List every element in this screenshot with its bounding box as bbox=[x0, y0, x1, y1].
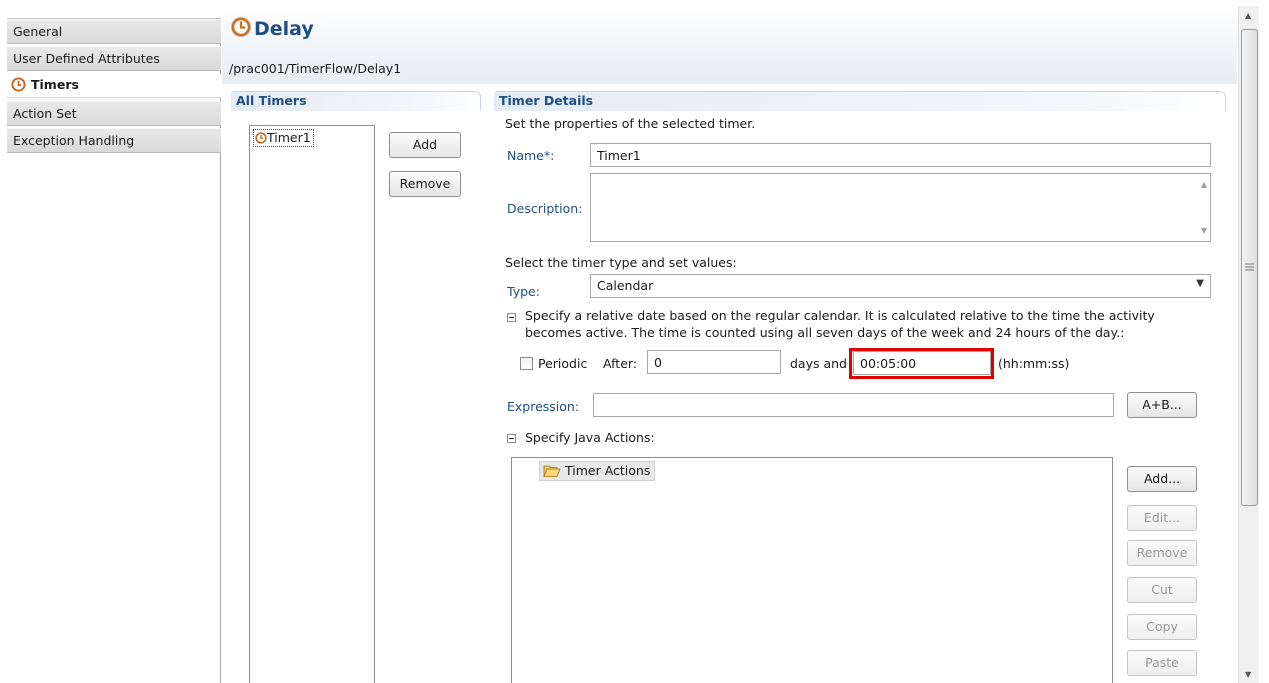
all-timers-heading: All Timers bbox=[231, 91, 481, 111]
tree-node-timer-actions[interactable]: Timer Actions bbox=[539, 461, 656, 483]
sidebar-item-label: Exception Handling bbox=[13, 133, 135, 148]
time-format-label: (hh:mm:ss) bbox=[998, 356, 1070, 371]
periodic-checkbox[interactable] bbox=[520, 357, 533, 370]
timer-details-intro: Set the properties of the selected timer… bbox=[505, 116, 756, 131]
add-action-button[interactable]: Add... bbox=[1127, 466, 1197, 492]
sidebar-item-timers[interactable]: Timers bbox=[7, 74, 221, 98]
sidebar-item-label: User Defined Attributes bbox=[13, 51, 160, 66]
copy-action-button[interactable]: Copy bbox=[1127, 614, 1197, 640]
scroll-down-icon[interactable]: ▼ bbox=[1201, 226, 1207, 235]
list-item[interactable]: Timer1 bbox=[253, 129, 314, 147]
calendar-note-line1: Specify a relative date based on the reg… bbox=[525, 308, 1155, 323]
collapse-icon[interactable] bbox=[507, 434, 516, 443]
scroll-up-icon[interactable]: ▲ bbox=[1201, 180, 1207, 189]
folder-open-icon bbox=[543, 464, 561, 483]
description-label: Description: bbox=[507, 201, 583, 216]
type-prompt: Select the timer type and set values: bbox=[505, 255, 737, 270]
days-and-label: days and bbox=[790, 356, 847, 371]
scroll-up-icon[interactable]: ▲ bbox=[1245, 11, 1251, 20]
time-field[interactable] bbox=[853, 351, 991, 375]
clock-icon bbox=[255, 132, 267, 148]
sidebar-item-label: Timers bbox=[31, 77, 79, 92]
sidebar-item-label: Action Set bbox=[13, 106, 77, 121]
collapse-icon[interactable] bbox=[507, 313, 516, 322]
chevron-down-icon: ▼ bbox=[1196, 278, 1204, 289]
expression-label: Expression: bbox=[507, 399, 580, 414]
sidebar-item-action-set[interactable]: Action Set bbox=[7, 101, 221, 126]
calendar-note-line2: becomes active. The time is counted usin… bbox=[525, 325, 1125, 340]
sidebar-item-user-defined-attributes[interactable]: User Defined Attributes bbox=[7, 46, 221, 71]
java-actions-label: Specify Java Actions: bbox=[525, 430, 655, 445]
edit-action-button[interactable]: Edit... bbox=[1127, 505, 1197, 531]
after-label: After: bbox=[603, 356, 638, 371]
name-label: Name*: bbox=[507, 148, 555, 163]
cut-action-button[interactable]: Cut bbox=[1127, 577, 1197, 603]
type-select-value: Calendar bbox=[597, 278, 654, 293]
java-actions-tree[interactable]: Timer Actions bbox=[511, 457, 1113, 683]
grip-icon bbox=[1245, 263, 1254, 271]
timer-item-label: Timer1 bbox=[267, 130, 311, 145]
sidebar-item-label: General bbox=[13, 24, 63, 39]
vertical-scrollbar[interactable]: ▲ ▼ bbox=[1238, 6, 1259, 683]
sidebar-item-general[interactable]: General bbox=[7, 19, 221, 44]
add-timer-button[interactable]: Add bbox=[389, 132, 461, 158]
sidebar: General User Defined Attributes Timers A… bbox=[7, 18, 221, 683]
remove-action-button[interactable]: Remove bbox=[1127, 540, 1197, 566]
tree-node-label: Timer Actions bbox=[565, 463, 651, 478]
scroll-down-icon[interactable]: ▼ bbox=[1245, 670, 1251, 679]
description-textarea[interactable]: ▲ ▼ bbox=[590, 173, 1211, 242]
editor-header: Delay /prac001/TimerFlow/Delay1 bbox=[222, 6, 1237, 84]
type-select[interactable]: Calendar ▼ bbox=[590, 274, 1211, 298]
expression-field[interactable] bbox=[593, 393, 1114, 417]
breadcrumb: /prac001/TimerFlow/Delay1 bbox=[229, 61, 402, 76]
page-title: Delay bbox=[254, 18, 314, 40]
timer-list[interactable]: Timer1 bbox=[249, 125, 375, 683]
clock-icon bbox=[230, 16, 252, 41]
type-label: Type: bbox=[507, 284, 540, 299]
timer-details-heading: Timer Details bbox=[494, 91, 1226, 111]
paste-action-button[interactable]: Paste bbox=[1127, 650, 1197, 676]
sidebar-item-exception-handling[interactable]: Exception Handling bbox=[7, 128, 221, 153]
days-field[interactable] bbox=[647, 350, 781, 374]
expression-builder-button[interactable]: A+B... bbox=[1127, 392, 1197, 418]
periodic-label: Periodic bbox=[538, 356, 588, 371]
scroll-thumb[interactable] bbox=[1241, 29, 1258, 506]
remove-timer-button[interactable]: Remove bbox=[389, 171, 461, 197]
clock-icon bbox=[11, 77, 26, 97]
name-field[interactable] bbox=[590, 143, 1211, 167]
